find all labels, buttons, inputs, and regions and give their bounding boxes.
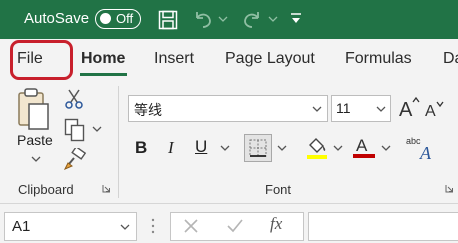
tab-insert[interactable]: Insert bbox=[154, 50, 194, 68]
insert-function-icon[interactable]: fx bbox=[270, 214, 282, 234]
chevron-down-icon[interactable] bbox=[312, 106, 322, 113]
formula-bar-resize-handle[interactable] bbox=[150, 216, 156, 236]
font-group-label: Font bbox=[265, 182, 292, 197]
clipboard-dialog-launcher-icon[interactable] bbox=[102, 184, 111, 193]
svg-text:A: A bbox=[419, 143, 432, 162]
paste-dropdown-icon[interactable] bbox=[31, 156, 41, 163]
phonetic-guide-icon[interactable]: abc A bbox=[405, 134, 435, 162]
svg-text:A: A bbox=[425, 103, 436, 120]
copy-dropdown-icon[interactable] bbox=[92, 126, 102, 133]
svg-text:A: A bbox=[399, 99, 413, 120]
paste-icon bbox=[18, 88, 49, 130]
font-name-value: 等线 bbox=[134, 102, 162, 118]
font-size-combobox[interactable]: 11 bbox=[331, 95, 391, 122]
paste-label: Paste bbox=[17, 132, 53, 148]
cancel-icon[interactable] bbox=[183, 218, 199, 234]
bold-button[interactable]: B bbox=[135, 138, 147, 158]
tab-formulas[interactable]: Formulas bbox=[345, 50, 412, 68]
clipboard-group-label: Clipboard bbox=[18, 182, 74, 197]
svg-text:abc: abc bbox=[406, 136, 421, 146]
borders-icon bbox=[249, 139, 267, 157]
copy-icon[interactable] bbox=[64, 118, 86, 142]
font-dialog-launcher-icon[interactable] bbox=[445, 184, 454, 193]
autosave-label: AutoSave bbox=[24, 10, 90, 27]
borders-button[interactable] bbox=[244, 134, 272, 162]
autosave-toggle[interactable]: Off bbox=[95, 9, 141, 29]
file-tab-highlight-annotation bbox=[10, 40, 73, 80]
ribbon-group-separator bbox=[118, 86, 119, 198]
name-box[interactable]: A1 bbox=[4, 212, 137, 241]
format-painter-icon[interactable] bbox=[64, 148, 86, 170]
borders-dropdown-icon[interactable] bbox=[277, 145, 287, 152]
save-icon[interactable] bbox=[158, 10, 178, 30]
tab-data[interactable]: Da bbox=[443, 50, 458, 68]
italic-button[interactable]: I bbox=[168, 138, 174, 158]
redo-dropdown-icon[interactable] bbox=[268, 16, 278, 23]
undo-dropdown-icon[interactable] bbox=[218, 16, 228, 23]
redo-icon[interactable] bbox=[241, 10, 263, 30]
svg-text:A: A bbox=[356, 136, 368, 155]
underline-button[interactable]: U bbox=[195, 137, 207, 157]
chevron-down-icon[interactable] bbox=[376, 106, 386, 113]
fill-color-swatch bbox=[307, 155, 327, 159]
tab-home[interactable]: Home bbox=[81, 50, 125, 68]
fill-color-icon[interactable] bbox=[305, 136, 329, 160]
active-tab-indicator bbox=[80, 73, 127, 76]
font-color-dropdown-icon[interactable] bbox=[381, 145, 391, 152]
chevron-down-icon[interactable] bbox=[120, 224, 130, 231]
tab-page-layout[interactable]: Page Layout bbox=[225, 50, 315, 68]
font-name-combobox[interactable]: 等线 bbox=[128, 95, 328, 122]
cut-icon[interactable] bbox=[64, 88, 84, 110]
font-color-icon[interactable]: A bbox=[352, 134, 376, 160]
undo-icon[interactable] bbox=[192, 10, 214, 30]
fill-color-dropdown-icon[interactable] bbox=[333, 145, 343, 152]
increase-font-size-icon[interactable]: A bbox=[398, 96, 420, 120]
font-color-swatch bbox=[353, 154, 375, 158]
autosave-toggle-knob bbox=[100, 13, 111, 24]
enter-check-icon[interactable] bbox=[226, 218, 244, 234]
decrease-font-size-icon[interactable]: A bbox=[424, 98, 446, 120]
formula-input[interactable] bbox=[308, 212, 458, 241]
name-box-value: A1 bbox=[12, 218, 31, 235]
underline-dropdown-icon[interactable] bbox=[220, 145, 230, 152]
font-size-value: 11 bbox=[336, 100, 351, 116]
autosave-state: Off bbox=[116, 11, 134, 26]
customize-qat-icon[interactable] bbox=[290, 12, 302, 26]
